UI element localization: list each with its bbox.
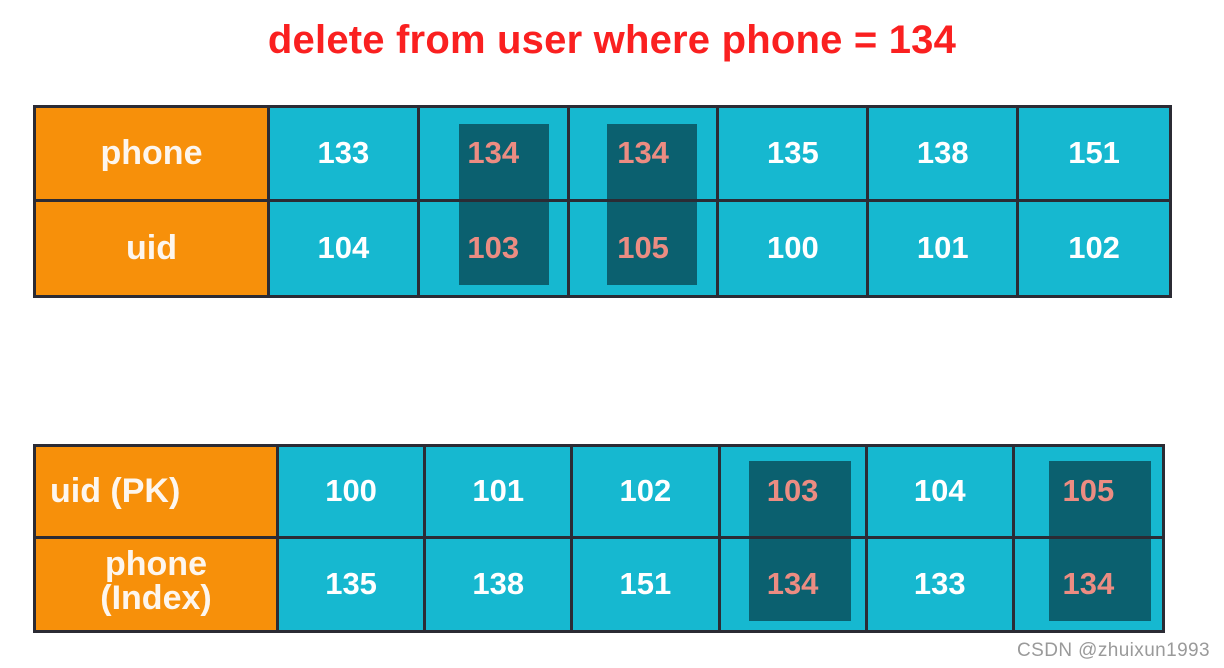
top-table: phone 133 134 134 135 138 151 uid 104 10… (33, 105, 1172, 298)
table-cell: 133 (868, 538, 1015, 630)
table-cell: 151 (573, 538, 721, 630)
table-cell: 135 (719, 108, 870, 202)
bottom-table-row-label-uid-pk: uid (PK) (36, 447, 279, 539)
table-cell: 101 (869, 201, 1020, 295)
label-line-2: (Index) (100, 578, 212, 617)
table-cell: 104 (867, 447, 1015, 539)
table-cell: 103 (720, 447, 868, 539)
bottom-table-row-label-phone-index: phone (Index) (36, 538, 279, 630)
table-cell: 100 (719, 201, 870, 295)
watermark: CSDN @zhuixun1993 (1017, 640, 1210, 661)
table-cell: 103 (420, 201, 570, 295)
top-table-row-label-uid-text: uid (126, 228, 177, 267)
top-table-row-label-uid: uid (36, 201, 270, 295)
table-cell: 105 (570, 201, 720, 295)
table-cell: 102 (1068, 230, 1120, 266)
table-cell: 135 (279, 538, 427, 630)
table-cell: 101 (426, 447, 574, 539)
table-cell: 104 (270, 201, 420, 295)
bottom-table-row-label-phone-index-text: phone (Index) (100, 547, 211, 615)
table-cell: 133 (270, 108, 420, 202)
bottom-table-row-label-uid-pk-text: uid (PK) (50, 471, 181, 510)
table-cell: 105 (1014, 447, 1162, 539)
table-cell: 151 (1019, 108, 1169, 202)
table-cell: 134 (1062, 566, 1115, 602)
label-line-1: phone (105, 544, 207, 583)
top-table-grid: phone 133 134 134 135 138 151 uid 104 10… (36, 108, 1169, 295)
top-table-row-label-phone-text: phone (100, 133, 203, 172)
bottom-table: uid (PK) 100 101 102 103 104 105 phone (… (33, 444, 1165, 633)
table-cell: 100 (279, 447, 427, 539)
bottom-table-grid: uid (PK) 100 101 102 103 104 105 phone (… (36, 447, 1162, 630)
table-cell: 134 (419, 108, 570, 202)
table-cell: 102 (573, 447, 721, 539)
table-cell: 134 (569, 108, 720, 202)
table-cell: 138 (869, 108, 1020, 202)
table-cell: 134 (721, 538, 868, 630)
top-table-row-label-phone: phone (36, 108, 270, 202)
table-cell: 138 (426, 538, 574, 630)
page-title: delete from user where phone = 134 (267, 18, 957, 62)
